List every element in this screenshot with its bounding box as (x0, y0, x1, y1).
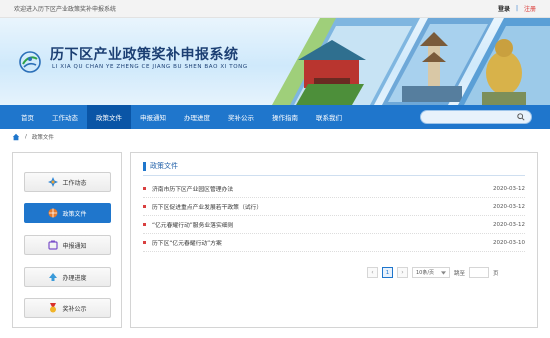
site-logo-icon (19, 51, 41, 73)
page-size-value: 10条/页 (416, 270, 435, 276)
globe-icon (48, 208, 58, 218)
main-area: 工作动态 政策文件 申报通知 办理进度 奖补公示 政策文件 济南市历下区产业园区… (0, 145, 550, 338)
list-item[interactable]: 济南市历下区产业园区管理办法 2020-03-12 (143, 180, 525, 198)
bullet-icon (143, 205, 146, 208)
account-links: 登录 | 注册 (498, 4, 536, 13)
item-title[interactable]: 历下区促进重点产业发展若干政策（试行） (152, 202, 262, 211)
site-subtitle: LI XIA QU CHAN YE ZHENG CE JIANG BU SHEN… (52, 64, 248, 70)
list-item[interactable]: 历下区“亿元春耀行动”方案 2020-03-10 (143, 234, 525, 252)
panel-title: 政策文件 (150, 162, 178, 170)
landmark-photos (272, 18, 550, 105)
bullet-icon (143, 241, 146, 244)
bullet-icon (143, 223, 146, 226)
news-icon (48, 177, 59, 187)
header-banner: 历下区产业政策奖补申报系统 LI XIA QU CHAN YE ZHENG CE… (0, 18, 550, 105)
nav-item-progress[interactable]: 办理进度 (175, 105, 219, 129)
item-title[interactable]: 历下区“亿元春耀行动”方案 (152, 238, 222, 247)
heading-marker (143, 161, 146, 171)
arrow-up-icon (49, 273, 58, 281)
site-title: 历下区产业政策奖补申报系统 (50, 47, 239, 63)
nav-item-notices[interactable]: 申报通知 (131, 105, 175, 129)
notice-box-icon (48, 240, 59, 250)
goto-label: 跳至 (454, 270, 466, 277)
page-number-current[interactable]: 1 (382, 267, 393, 278)
sidebar-item-label: 政策文件 (62, 210, 87, 218)
nav-item-news[interactable]: 工作动态 (43, 105, 87, 129)
goto-page-input[interactable] (469, 267, 490, 278)
list-item[interactable]: 历下区促进重点产业发展若干政策（试行） 2020-03-12 (143, 198, 525, 216)
heading-divider (143, 175, 525, 176)
prev-page-button[interactable]: ‹ (367, 267, 378, 278)
sidebar-item-label: 办理进度 (62, 274, 87, 282)
sidebar-item-news[interactable]: 工作动态 (24, 172, 111, 192)
breadcrumb-separator: / (25, 134, 27, 140)
chevron-down-icon (441, 270, 446, 275)
pagination: ‹ 1 › 10条/页 跳至 页 (367, 267, 499, 278)
sidebar: 工作动态 政策文件 申报通知 办理进度 奖补公示 (12, 152, 122, 328)
sidebar-item-notices[interactable]: 申报通知 (24, 235, 111, 255)
item-date: 2020-03-12 (493, 203, 525, 210)
sidebar-item-label: 申报通知 (62, 242, 87, 250)
account-separator: | (515, 5, 518, 12)
nav-item-guide[interactable]: 操作指南 (263, 105, 307, 129)
nav-item-policy-docs[interactable]: 政策文件 (87, 105, 131, 129)
search-input[interactable] (420, 110, 532, 124)
main-nav: 首页 工作动态 政策文件 申报通知 办理进度 奖补公示 操作指南 联系我们 (0, 105, 550, 129)
nav-item-home[interactable]: 首页 (12, 105, 43, 129)
top-bar: 欢迎进入历下区产业政策奖补申报系统 登录 | 注册 (0, 0, 550, 18)
policy-list: 济南市历下区产业园区管理办法 2020-03-12 历下区促进重点产业发展若干政… (143, 180, 525, 252)
page-unit-label: 页 (493, 270, 499, 277)
item-date: 2020-03-12 (493, 221, 525, 228)
nav-item-awards[interactable]: 奖补公示 (219, 105, 263, 129)
panel-heading: 政策文件 (143, 161, 178, 171)
page-size-select[interactable]: 10条/页 (412, 267, 450, 278)
sidebar-item-progress[interactable]: 办理进度 (24, 267, 111, 287)
welcome-text: 欢迎进入历下区产业政策奖补申报系统 (14, 6, 117, 13)
bullet-icon (143, 187, 146, 190)
item-title[interactable]: “亿元春耀行动”服务业落实细则 (152, 220, 233, 229)
sidebar-item-label: 工作动态 (62, 179, 87, 187)
item-date: 2020-03-12 (493, 185, 525, 192)
list-item[interactable]: “亿元春耀行动”服务业落实细则 2020-03-12 (143, 216, 525, 234)
register-link[interactable]: 注册 (524, 4, 536, 13)
sidebar-item-label: 奖补公示 (62, 305, 87, 313)
item-title[interactable]: 济南市历下区产业园区管理办法 (152, 184, 233, 193)
nav-item-contact[interactable]: 联系我们 (307, 105, 351, 129)
medal-icon (50, 303, 57, 313)
breadcrumb-current: 政策文件 (31, 135, 54, 141)
search-icon[interactable] (517, 113, 525, 121)
policy-docs-panel: 政策文件 济南市历下区产业园区管理办法 2020-03-12 历下区促进重点产业… (130, 152, 538, 328)
home-icon[interactable] (12, 133, 20, 141)
breadcrumb: / 政策文件 (0, 129, 550, 145)
next-page-button[interactable]: › (397, 267, 408, 278)
sidebar-item-policy-docs[interactable]: 政策文件 (24, 203, 111, 223)
login-link[interactable]: 登录 (498, 4, 510, 13)
item-date: 2020-03-10 (493, 239, 525, 246)
sidebar-item-awards[interactable]: 奖补公示 (24, 298, 111, 318)
